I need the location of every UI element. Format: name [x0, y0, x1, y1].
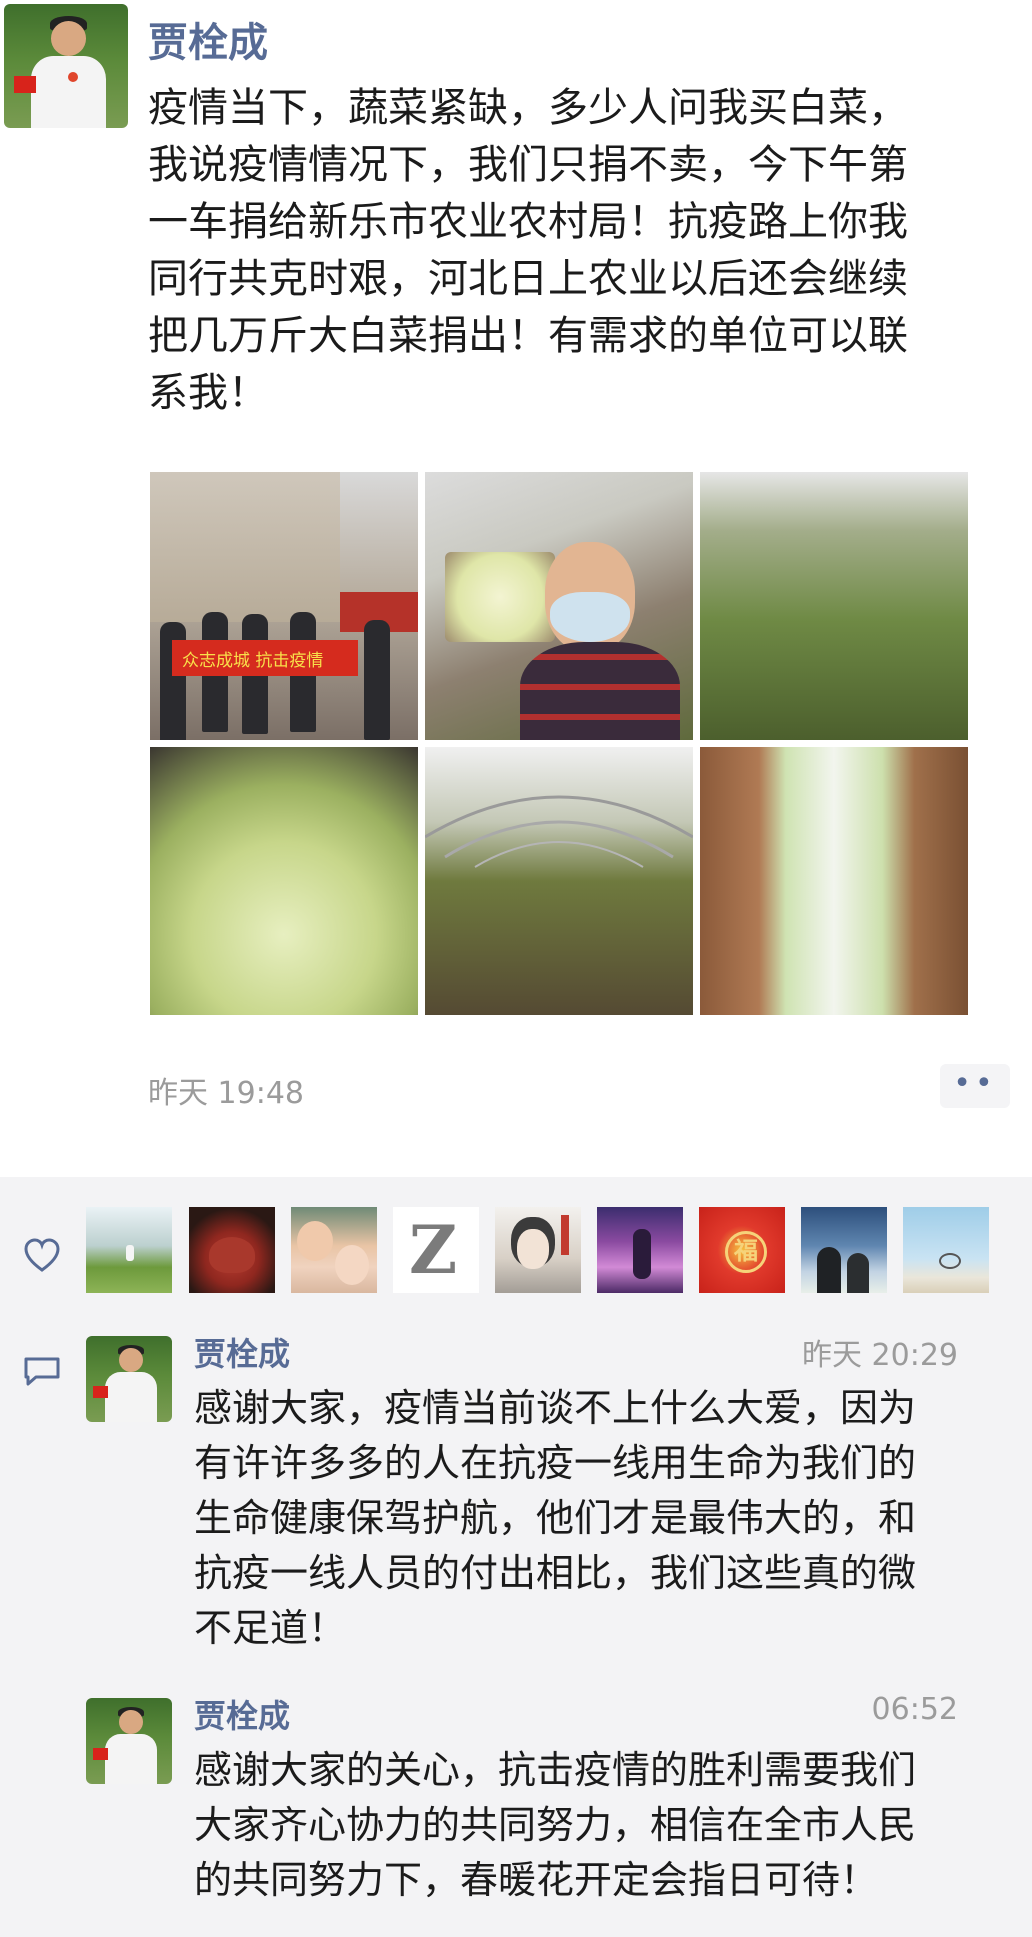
face-mask	[550, 592, 630, 642]
banner-text: 众志成城 抗击疫情	[182, 651, 324, 671]
comment-author-name[interactable]: 贾栓成	[194, 1329, 290, 1375]
post-text-line: 同行共克时艰，河北日上农业以后还会继续	[148, 256, 908, 302]
avatar-head	[118, 1348, 143, 1373]
figure	[633, 1229, 651, 1279]
comment-time: 昨天 20:29	[802, 1338, 958, 1373]
photo-cabbage-load[interactable]	[150, 747, 418, 1015]
greenhouse-arches	[425, 795, 693, 868]
sweater	[520, 642, 680, 740]
avatar-head	[51, 21, 86, 57]
more-button[interactable]: ••	[940, 1064, 1010, 1108]
avatar-head	[118, 1710, 143, 1735]
interaction-panel: Z 福 贾栓成 昨天 20:29 感谢大家，疫情当前谈不上什么大爱，因为 有许许…	[0, 1177, 1032, 1937]
avatar-flag	[92, 1747, 109, 1760]
post-text-line: 疫情当下，蔬菜紧缺，多少人问我买白菜，	[148, 85, 908, 131]
face	[297, 1221, 333, 1261]
avatar-flag	[13, 75, 37, 94]
post-text: 疫情当下，蔬菜紧缺，多少人问我买白菜， 我说疫情情况下，我们只捐不卖，今下午第 …	[148, 80, 1018, 422]
building	[150, 472, 340, 622]
post-text-line: 一车捐给新乐市农业农村局！抗疫路上你我	[148, 199, 908, 245]
post-timestamp: 昨天 19:48	[148, 1076, 304, 1111]
face	[517, 1229, 549, 1269]
cabbage-pile	[445, 552, 555, 642]
like-avatar-field[interactable]	[86, 1207, 172, 1293]
fu-character: 福	[725, 1231, 767, 1273]
post-text-line: 系我！	[148, 370, 268, 416]
comment-author-name[interactable]: 贾栓成	[194, 1691, 290, 1737]
like-avatar-child[interactable]	[291, 1207, 377, 1293]
photo-greenhouse-field[interactable]	[700, 472, 968, 740]
z-letter: Z	[409, 1211, 458, 1289]
photo-cabbage-closeup[interactable]	[700, 747, 968, 1015]
author-avatar[interactable]	[4, 4, 128, 128]
comment-time: 06:52	[871, 1692, 958, 1727]
red-stripe	[561, 1215, 569, 1255]
photo-donation-team[interactable]: 众志成城 抗击疫情	[150, 472, 418, 740]
comment-avatar[interactable]	[86, 1336, 172, 1422]
like-avatar-fu[interactable]: 福	[699, 1207, 785, 1293]
face	[335, 1245, 369, 1285]
like-avatar-beach[interactable]	[801, 1207, 887, 1293]
avatar-body	[104, 1734, 157, 1784]
avatar-flag	[92, 1385, 109, 1398]
heart-icon	[24, 1238, 60, 1272]
photo-selfie-van[interactable]	[425, 472, 693, 740]
like-avatar-cyclist[interactable]	[903, 1207, 989, 1293]
bicycle	[939, 1253, 961, 1269]
teapot	[209, 1237, 255, 1273]
post-text-line: 我说疫情情况下，我们只捐不卖，今下午第	[148, 142, 908, 188]
like-avatar-stage[interactable]	[597, 1207, 683, 1293]
figure	[817, 1247, 841, 1293]
like-avatar-letter-z[interactable]: Z	[393, 1207, 479, 1293]
person	[364, 620, 390, 740]
post-author-name[interactable]: 贾栓成	[148, 10, 268, 68]
photo-greenhouse-rows[interactable]	[425, 747, 693, 1015]
avatar-body	[31, 56, 106, 128]
comment-avatar[interactable]	[86, 1698, 172, 1784]
avatar-body	[104, 1372, 157, 1422]
figure	[847, 1253, 869, 1293]
like-avatar-teapot[interactable]	[189, 1207, 275, 1293]
like-avatar-drawing[interactable]	[495, 1207, 581, 1293]
post-text-line: 把几万斤大白菜捐出！有需求的单位可以联	[148, 313, 908, 359]
figure	[126, 1245, 134, 1261]
comment-text[interactable]: 感谢大家，疫情当前谈不上什么大爱，因为 有许许多多的人在抗疫一线用生命为我们的 …	[194, 1381, 994, 1656]
donation-banner: 众志成城 抗击疫情	[172, 640, 358, 676]
comment-text[interactable]: 感谢大家的关心，抗击疫情的胜利需要我们 大家齐心协力的共同努力，相信在全市人民 …	[194, 1743, 994, 1908]
comment-icon	[24, 1357, 60, 1386]
